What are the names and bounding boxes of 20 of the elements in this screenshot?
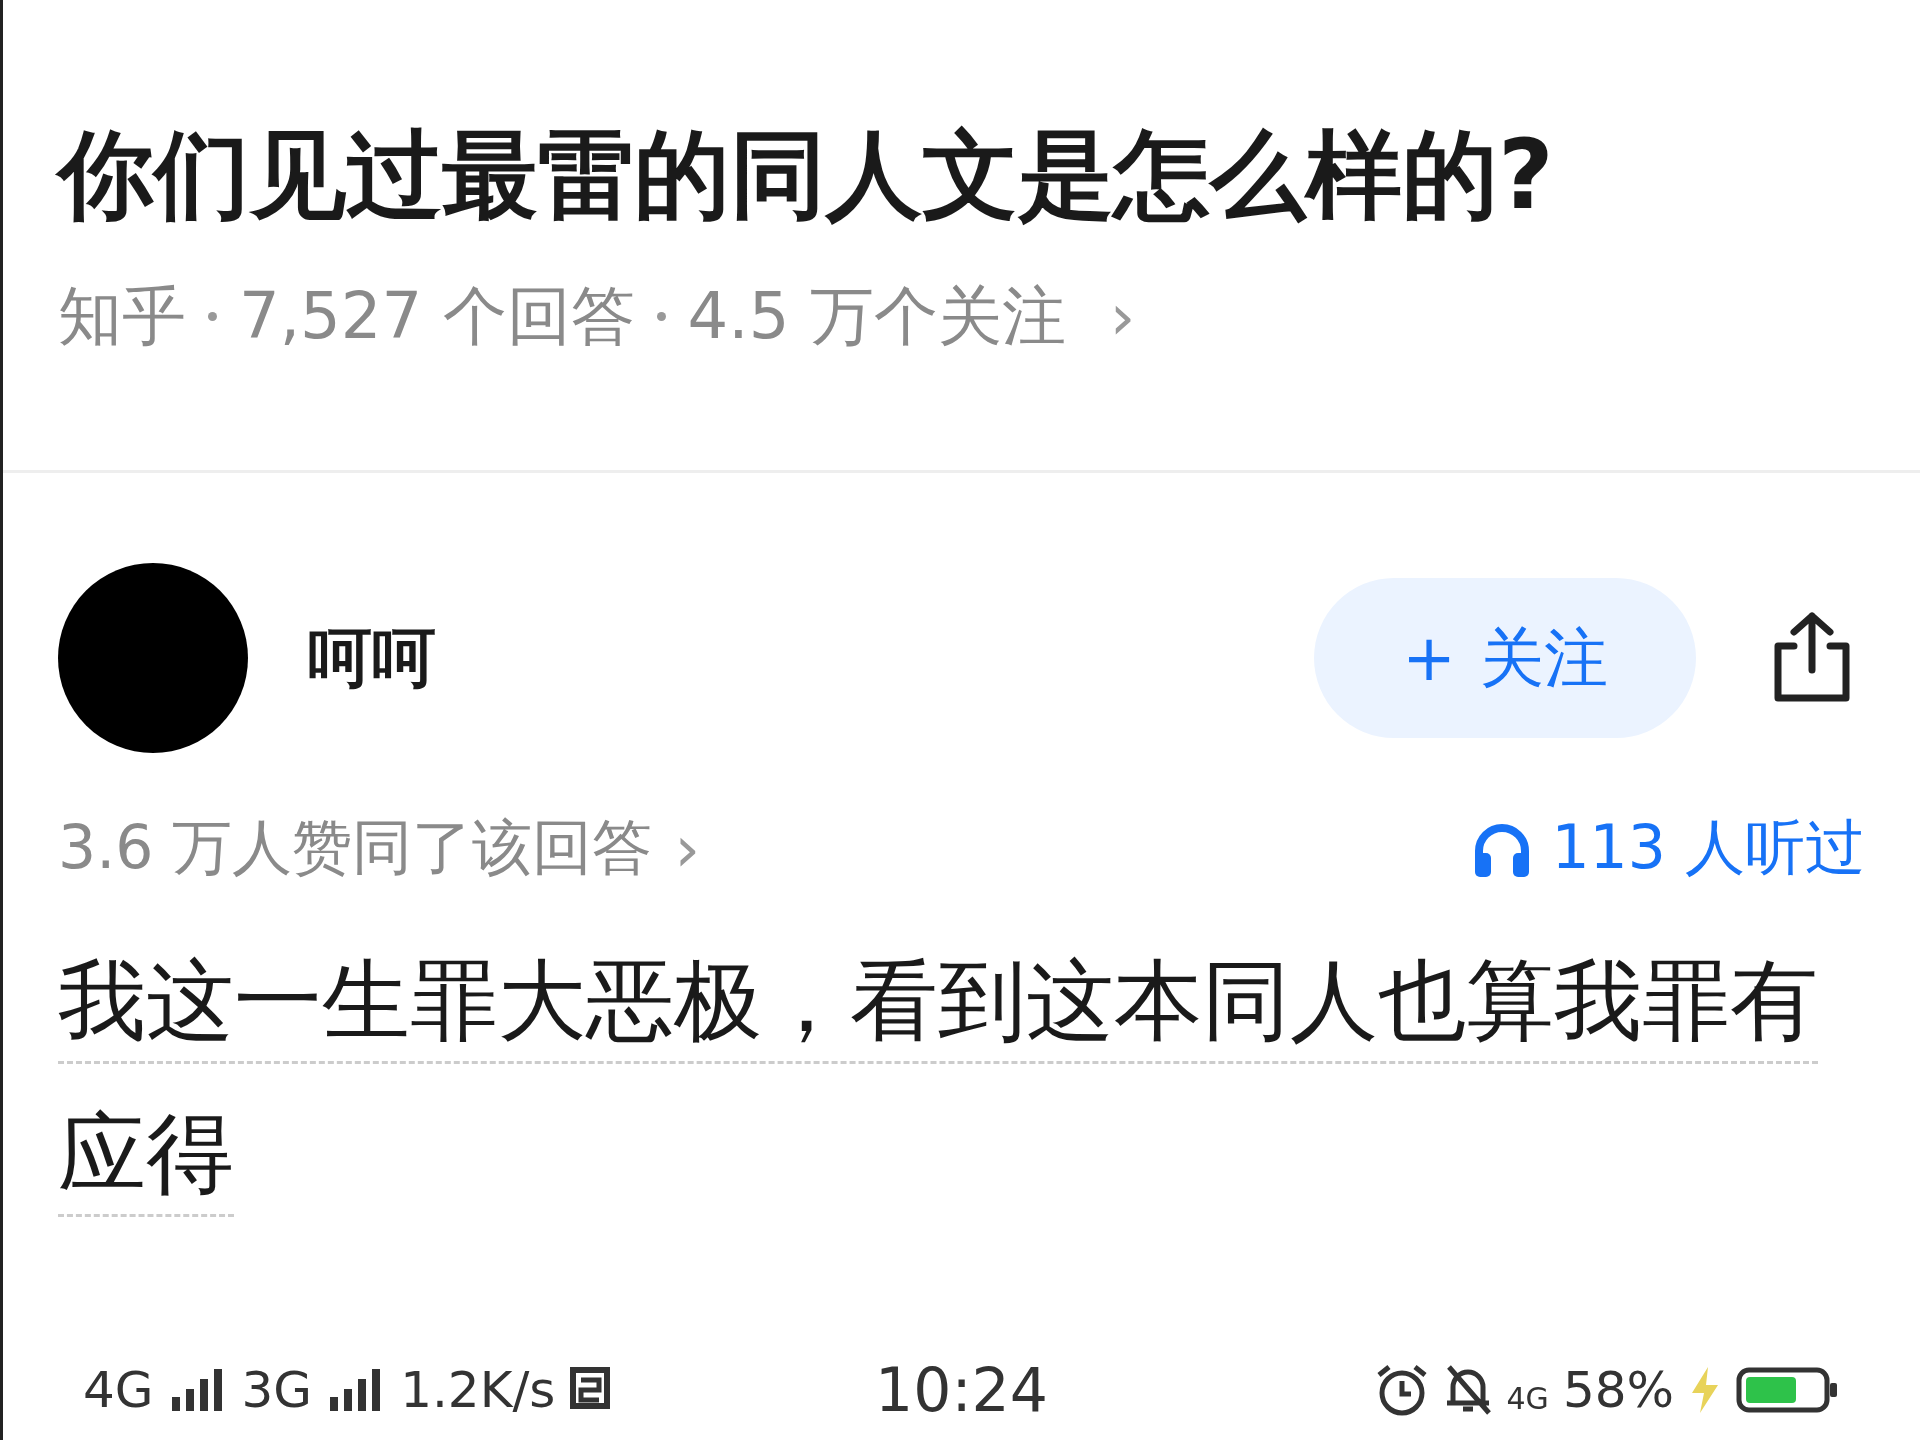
status-time: 10:24 <box>875 1355 1048 1425</box>
answer-text: 应得 <box>58 1094 234 1217</box>
answer-text: 我这一生罪大恶极，看到这本同人也算我罪有 <box>58 941 1818 1064</box>
status-text: 1.2K/s <box>400 1361 556 1419</box>
separator-dot <box>208 312 217 322</box>
question-meta: 7,527 个回答 <box>239 278 635 356</box>
network-label: 4G <box>1506 1381 1549 1416</box>
chevron-icon[interactable]: › <box>1109 279 1136 354</box>
question-meta: 4.5 万个关注 <box>687 278 1066 356</box>
chevron-icon[interactable]: › <box>674 811 701 886</box>
status-text: 3G <box>241 1361 313 1419</box>
upvote-count[interactable]: 3.6 万人赞同了该回答 <box>58 808 653 889</box>
separator-dot <box>656 312 666 322</box>
follow-button[interactable]: + 关注 <box>1314 578 1696 738</box>
question-meta: 知乎 <box>58 278 186 356</box>
battery-icon <box>1736 1365 1840 1415</box>
author-name[interactable]: 呵呵 <box>308 614 1314 702</box>
status-text: 58% <box>1562 1361 1674 1419</box>
listen-count: 113 人听过 <box>1551 811 1865 884</box>
status-text: 4G <box>83 1361 154 1419</box>
